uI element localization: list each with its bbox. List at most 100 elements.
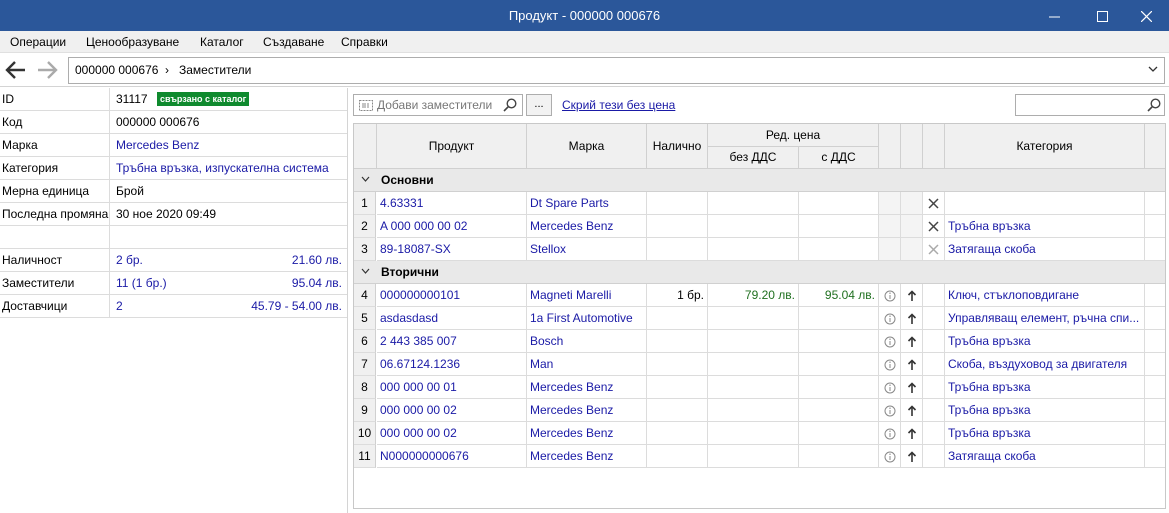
info-cell [879, 215, 901, 238]
cell-brand[interactable]: Bosch [527, 330, 647, 353]
info-icon[interactable] [884, 405, 896, 417]
search-icon[interactable] [1147, 98, 1161, 112]
cell-category[interactable]: Затягаща скоба [945, 445, 1145, 468]
close-icon[interactable] [928, 198, 939, 209]
cell-category[interactable]: Затягаща скоба [945, 238, 1145, 261]
arrow-up-icon[interactable] [907, 428, 917, 440]
arrow-up-icon[interactable] [907, 382, 917, 394]
header-brand[interactable]: Марка [527, 124, 647, 169]
info-icon[interactable] [884, 290, 896, 302]
arrow-up-icon[interactable] [907, 359, 917, 371]
filler-cell [1145, 353, 1165, 376]
cell-category[interactable]: Тръбна връзка [945, 422, 1145, 445]
header-stock[interactable]: Налично [647, 124, 708, 169]
cell-brand[interactable]: Magneti Marelli [527, 284, 647, 307]
cell-category[interactable]: Управляващ елемент, ръчна спи... [945, 307, 1145, 330]
cell-product[interactable]: 2 443 385 007 [377, 330, 527, 353]
close-icon[interactable] [928, 221, 939, 232]
cell-stock [647, 238, 708, 261]
cell-brand[interactable]: Mercedes Benz [527, 376, 647, 399]
cell-brand[interactable]: Mercedes Benz [527, 445, 647, 468]
cell-brand[interactable]: Man [527, 353, 647, 376]
arrow-up-icon[interactable] [907, 313, 917, 325]
menu-reports[interactable]: Справки [337, 31, 392, 53]
grid-search-input[interactable] [1015, 94, 1165, 116]
window-title: Продукт - 000000 000676 [508, 8, 661, 23]
cell-category[interactable]: Тръбна връзка [945, 399, 1145, 422]
cell-brand[interactable]: Mercedes Benz [527, 422, 647, 445]
cell-category[interactable]: Тръбна връзка [945, 330, 1145, 353]
prop-label: ID [2, 88, 110, 110]
suppliers-link[interactable]: 2 [116, 295, 123, 317]
cell-category[interactable]: Скоба, въздуховод за двигателя [945, 353, 1145, 376]
close-icon[interactable] [928, 244, 939, 255]
header-category[interactable]: Категория [945, 124, 1145, 169]
cell-product[interactable]: 4.63331 [377, 192, 527, 215]
cell-product[interactable]: 000 000 00 02 [377, 422, 527, 445]
cell-category[interactable] [945, 192, 1145, 215]
brand-link[interactable]: Mercedes Benz [116, 134, 199, 156]
forward-button[interactable] [35, 59, 59, 81]
cell-brand[interactable]: Mercedes Benz [527, 399, 647, 422]
cell-product[interactable]: 89-18087-SX [377, 238, 527, 261]
cell-category[interactable]: Тръбна връзка [945, 215, 1145, 238]
info-icon[interactable] [884, 336, 896, 348]
chevron-down-icon[interactable] [361, 268, 370, 275]
chevron-down-icon[interactable] [361, 176, 370, 183]
info-icon[interactable] [884, 451, 896, 463]
menu-operations[interactable]: Операции [6, 31, 70, 53]
breadcrumb-section[interactable]: Заместители [179, 58, 251, 83]
close-window-button[interactable] [1123, 0, 1169, 31]
breadcrumb-product[interactable]: 000000 000676 [75, 58, 158, 83]
arrow-up-icon[interactable] [907, 290, 917, 302]
minimize-button[interactable] [1031, 0, 1077, 31]
cell-product[interactable]: A 000 000 00 02 [377, 215, 527, 238]
menu-catalog[interactable]: Каталог [196, 31, 248, 53]
row-number: 9 [354, 399, 376, 422]
stock-price[interactable]: 21.60 лв. [292, 249, 342, 271]
back-button[interactable] [4, 59, 28, 81]
cell-product[interactable]: asdasdasd [377, 307, 527, 330]
cell-product[interactable]: 06.67124.1236 [377, 353, 527, 376]
info-icon[interactable] [884, 359, 896, 371]
menu-pricing[interactable]: Ценообразуване [82, 31, 183, 53]
more-button[interactable]: ... [526, 94, 552, 116]
hide-without-price-link[interactable]: Скрий тези без цена [562, 94, 675, 116]
suppliers-price[interactable]: 45.79 - 54.00 лв. [251, 295, 342, 317]
cell-product[interactable]: 000 000 00 02 [377, 399, 527, 422]
cell-brand[interactable]: 1a First Automotive [527, 307, 647, 330]
group-label: Основни [381, 173, 434, 187]
search-icon[interactable] [503, 98, 517, 112]
chevron-down-icon[interactable] [1148, 65, 1158, 73]
cell-brand[interactable]: Stellox [527, 238, 647, 261]
header-price-with-vat[interactable]: с ДДС [799, 147, 879, 169]
arrow-up-icon[interactable] [907, 451, 917, 463]
cell-brand[interactable]: Dt Spare Parts [527, 192, 647, 215]
close-icon [1140, 10, 1152, 23]
arrow-right-icon [38, 61, 58, 79]
info-icon[interactable] [884, 428, 896, 440]
category-link[interactable]: Тръбна връзка, изпускателна система [116, 157, 329, 179]
menu-create[interactable]: Създаване [259, 31, 328, 53]
maximize-button[interactable] [1079, 0, 1125, 31]
group-secondary[interactable]: Вторични [354, 261, 1165, 284]
cell-category[interactable]: Тръбна връзка [945, 376, 1145, 399]
stock-link[interactable]: 2 бр. [116, 249, 143, 271]
group-primary[interactable]: Основни [354, 169, 1165, 192]
cell-brand[interactable]: Mercedes Benz [527, 215, 647, 238]
info-cell [879, 330, 901, 353]
arrow-up-icon[interactable] [907, 405, 917, 417]
info-icon[interactable] [884, 313, 896, 325]
header-price-no-vat[interactable]: без ДДС [708, 147, 799, 169]
arrow-up-icon[interactable] [907, 336, 917, 348]
cell-product[interactable]: 000000000101 [377, 284, 527, 307]
substitutes-link[interactable]: 11 (1 бр.) [116, 272, 167, 294]
cell-product[interactable]: 000 000 00 01 [377, 376, 527, 399]
info-icon[interactable] [884, 382, 896, 394]
cell-category[interactable]: Ключ, стъклоповдигане [945, 284, 1145, 307]
substitutes-price[interactable]: 95.04 лв. [292, 272, 342, 294]
add-substitutes-input[interactable]: Добави заместители [353, 94, 523, 116]
cell-product[interactable]: N000000000676 [377, 445, 527, 468]
breadcrumb[interactable]: 000000 000676 › Заместители [68, 57, 1165, 84]
header-product[interactable]: Продукт [377, 124, 527, 169]
